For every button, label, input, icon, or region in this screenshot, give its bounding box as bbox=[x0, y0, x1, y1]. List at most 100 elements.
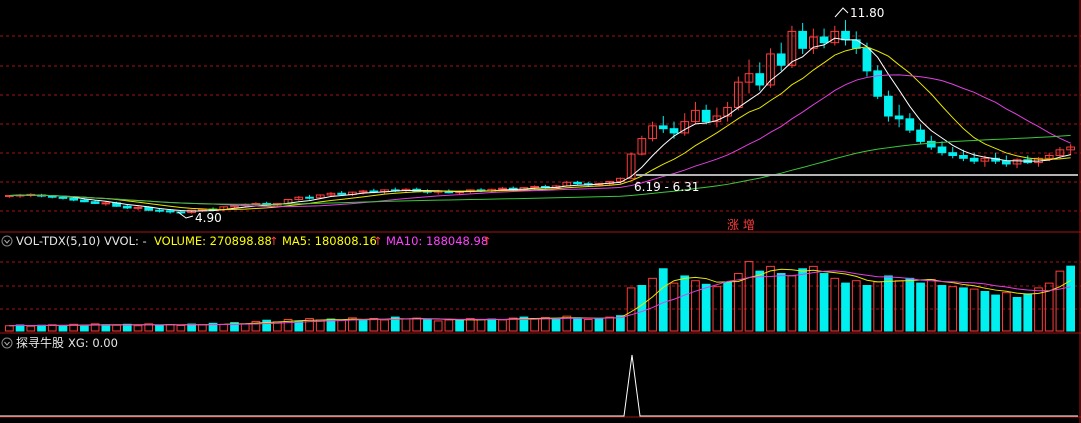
volume-bar bbox=[5, 325, 14, 332]
candle-body bbox=[755, 73, 765, 86]
volume-bar bbox=[991, 294, 1000, 332]
candle-body bbox=[58, 196, 68, 199]
candle-body bbox=[959, 154, 968, 159]
volume-bar bbox=[905, 277, 915, 332]
volume-bars bbox=[5, 261, 1075, 332]
xg-signal bbox=[0, 354, 1078, 417]
volume-bar bbox=[101, 324, 111, 332]
volume-bar bbox=[551, 318, 561, 332]
volume-bar bbox=[680, 275, 690, 332]
volume-bar bbox=[733, 273, 743, 332]
candle-body bbox=[69, 197, 79, 201]
candle-body bbox=[90, 201, 100, 204]
volume-bar bbox=[112, 324, 121, 332]
volume-bar bbox=[851, 280, 861, 332]
candlestick-series bbox=[5, 20, 1075, 215]
candle-body bbox=[701, 109, 711, 123]
volume-indicator-label: VOL-TDX(5,10) bbox=[16, 234, 100, 248]
volume-bar bbox=[787, 275, 797, 332]
volume-bar bbox=[530, 318, 539, 332]
candle-body bbox=[969, 157, 979, 162]
xg-signal-line bbox=[0, 354, 1078, 417]
low-label: 4.90 bbox=[195, 211, 222, 225]
candle-body bbox=[905, 118, 915, 131]
volume-bar bbox=[798, 268, 807, 332]
ma5-label: MA5: 180808.16 bbox=[282, 234, 377, 248]
ma10-arrow: ↑ bbox=[482, 234, 492, 248]
volume-bar bbox=[455, 319, 464, 332]
ma60-line bbox=[9, 134, 1071, 205]
volume-bar bbox=[884, 275, 893, 332]
candle-body bbox=[133, 206, 143, 209]
signal-text: 涨 增 bbox=[727, 217, 755, 232]
volume-bar bbox=[337, 319, 347, 332]
volume-bar bbox=[176, 324, 186, 332]
volume-bar bbox=[819, 273, 829, 332]
volume-bar bbox=[862, 285, 872, 332]
candle-body bbox=[573, 181, 582, 185]
volume-bar bbox=[894, 280, 904, 332]
volume-arrow: ↑ bbox=[269, 234, 279, 248]
candle-body bbox=[776, 53, 786, 66]
ma5-arrow: ↑ bbox=[373, 234, 383, 248]
volume-bar bbox=[423, 319, 432, 332]
candle-body bbox=[926, 140, 936, 148]
vvol-label: VVOL: - bbox=[104, 234, 147, 248]
volume-bar bbox=[508, 317, 518, 332]
volume-bar bbox=[573, 317, 582, 332]
volume-value-label: VOLUME: 270898.88 bbox=[154, 234, 272, 248]
high-annotation: 11.80 bbox=[834, 6, 884, 20]
volume-bar bbox=[133, 325, 143, 332]
volume-bar bbox=[541, 317, 550, 332]
volume-bar bbox=[155, 324, 164, 332]
candle-body bbox=[894, 115, 904, 120]
candle-body bbox=[841, 30, 850, 41]
collapse-icon bbox=[1, 337, 13, 349]
volume-bar bbox=[583, 319, 593, 332]
volume-bar bbox=[487, 318, 497, 332]
volume-bar bbox=[916, 282, 925, 332]
volume-bar bbox=[637, 285, 647, 332]
candle-body bbox=[337, 192, 347, 195]
candle-body bbox=[122, 205, 132, 209]
price-grid bbox=[0, 35, 1081, 212]
volume-bar bbox=[476, 319, 486, 332]
volume-bar bbox=[744, 261, 754, 332]
volume-bar bbox=[594, 318, 604, 332]
volume-bar bbox=[980, 291, 990, 332]
volume-bar bbox=[841, 282, 850, 332]
volume-bar bbox=[937, 285, 947, 332]
volume-bar bbox=[219, 323, 229, 332]
volume-bar bbox=[369, 318, 379, 332]
volume-bar bbox=[669, 282, 679, 332]
ma10-label: MA10: 188048.98 bbox=[386, 234, 488, 248]
volume-bar bbox=[723, 281, 732, 332]
volume-bar bbox=[37, 324, 46, 332]
high-label: 11.80 bbox=[850, 6, 884, 20]
volume-bar bbox=[1055, 270, 1065, 332]
volume-bar bbox=[401, 318, 411, 332]
xg-value: XG: 0.00 bbox=[68, 336, 118, 350]
volume-bar bbox=[605, 316, 615, 332]
volume-header: VOL-TDX(5,10) VVOL: - VOLUME: 270898.88 … bbox=[1, 234, 492, 248]
volume-bar bbox=[498, 319, 507, 332]
candle-body bbox=[101, 202, 111, 205]
candle-body bbox=[819, 36, 829, 44]
volume-bar bbox=[1012, 296, 1022, 332]
volume-bar bbox=[1023, 293, 1033, 332]
volume-bar bbox=[926, 279, 936, 332]
volume-bar bbox=[1001, 292, 1011, 332]
volume-bar bbox=[412, 317, 422, 332]
volume-bar bbox=[262, 319, 271, 332]
candle-body bbox=[305, 196, 314, 199]
volume-bar bbox=[165, 324, 175, 332]
candle-body bbox=[165, 210, 175, 213]
candle-body bbox=[798, 30, 807, 49]
candle-body bbox=[658, 125, 668, 130]
candle-body bbox=[884, 95, 893, 117]
range-annotation: 6.19 - 6.31 bbox=[634, 180, 699, 194]
candle-body bbox=[862, 47, 872, 72]
stock-chart: 11.80 4.90 6.19 - 6.31 涨 增 VOL-TDX(5,10)… bbox=[0, 0, 1081, 423]
candle-body bbox=[948, 152, 958, 156]
candle-body bbox=[155, 209, 164, 212]
